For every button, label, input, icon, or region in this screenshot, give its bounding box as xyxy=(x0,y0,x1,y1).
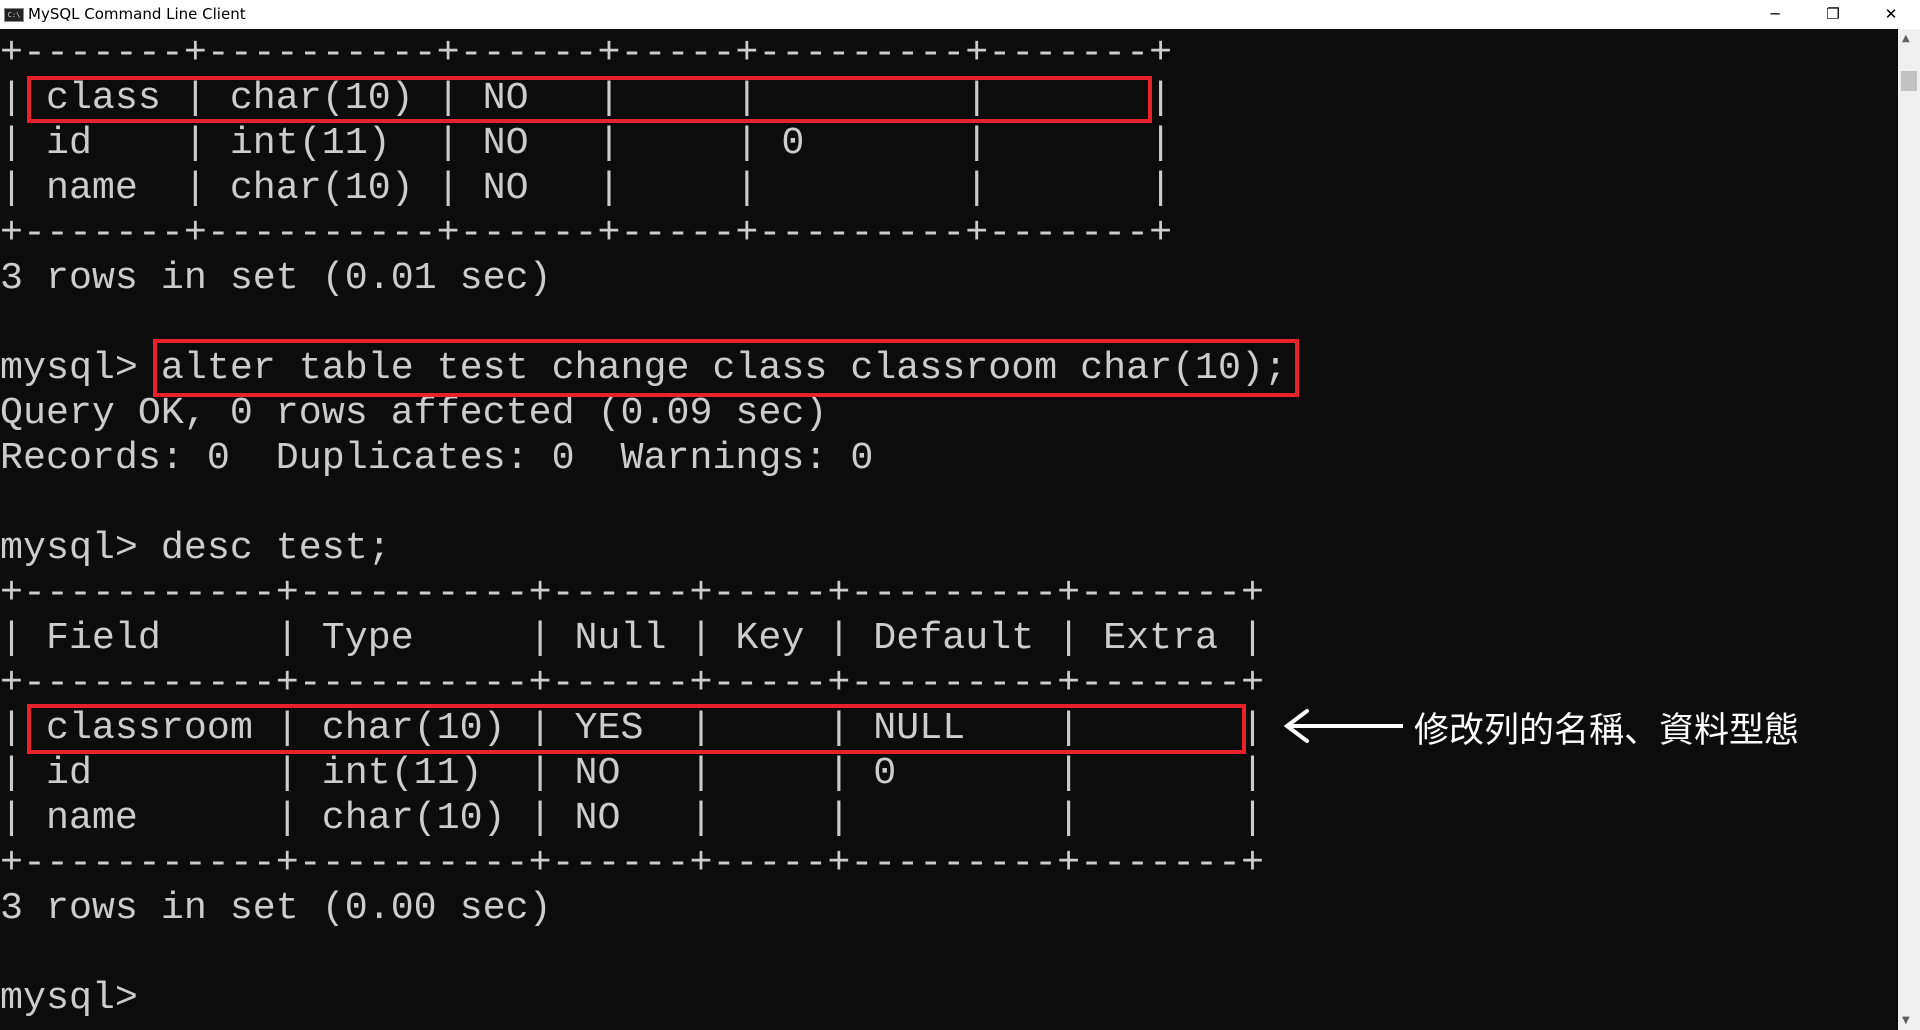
title-bar: C:\ MySQL Command Line Client ─ ❐ ✕ xyxy=(0,0,1920,29)
console-line: +-------+----------+------+-----+-------… xyxy=(0,211,1173,255)
annotation-text: 修改列的名稱、資料型態 xyxy=(1414,711,1800,751)
console-line: mysql> xyxy=(0,976,138,1020)
console-line: +-----------+----------+------+-----+---… xyxy=(0,661,1265,705)
console-line: | Field | Type | Null | Key | Default | … xyxy=(0,616,1265,660)
console-line: | name | char(10) | NO | | | | xyxy=(0,166,1173,210)
console-line: | id | int(11) | NO | | 0 | | xyxy=(0,121,1173,165)
console-line: mysql> desc test; xyxy=(0,526,391,570)
console-line: Records: 0 Duplicates: 0 Warnings: 0 xyxy=(0,436,874,480)
restore-button[interactable]: ❐ xyxy=(1804,0,1862,29)
console-icon: C:\ xyxy=(4,8,24,22)
scroll-down-icon[interactable]: ▼ xyxy=(1902,1015,1910,1026)
left-arrow-icon xyxy=(1283,709,1403,743)
console-line: 3 rows in set (0.00 sec) xyxy=(0,886,552,930)
console-line: +-----------+----------+------+-----+---… xyxy=(0,571,1265,615)
highlight-alter-command xyxy=(153,339,1299,397)
scrollbar-thumb[interactable] xyxy=(1901,71,1917,91)
highlight-old-column xyxy=(27,76,1152,123)
console-line: +-----------+----------+------+-----+---… xyxy=(0,841,1265,885)
scroll-up-icon[interactable]: ▲ xyxy=(1902,33,1910,44)
console-line: 3 rows in set (0.01 sec) xyxy=(0,256,552,300)
close-button[interactable]: ✕ xyxy=(1862,0,1920,29)
vertical-scrollbar[interactable]: ▲ ▼ xyxy=(1898,29,1920,1030)
window-title: MySQL Command Line Client xyxy=(28,5,246,23)
console-line: Query OK, 0 rows affected (0.09 sec) xyxy=(0,391,828,435)
minimize-button[interactable]: ─ xyxy=(1746,0,1804,29)
console-output[interactable]: +-------+----------+------+-----+-------… xyxy=(0,31,1898,1030)
highlight-new-column xyxy=(27,704,1246,754)
console-line: | id | int(11) | NO | | 0 | | xyxy=(0,751,1265,795)
console-line: +-------+----------+------+-----+-------… xyxy=(0,31,1173,75)
console-line: | name | char(10) | NO | | | | xyxy=(0,796,1265,840)
